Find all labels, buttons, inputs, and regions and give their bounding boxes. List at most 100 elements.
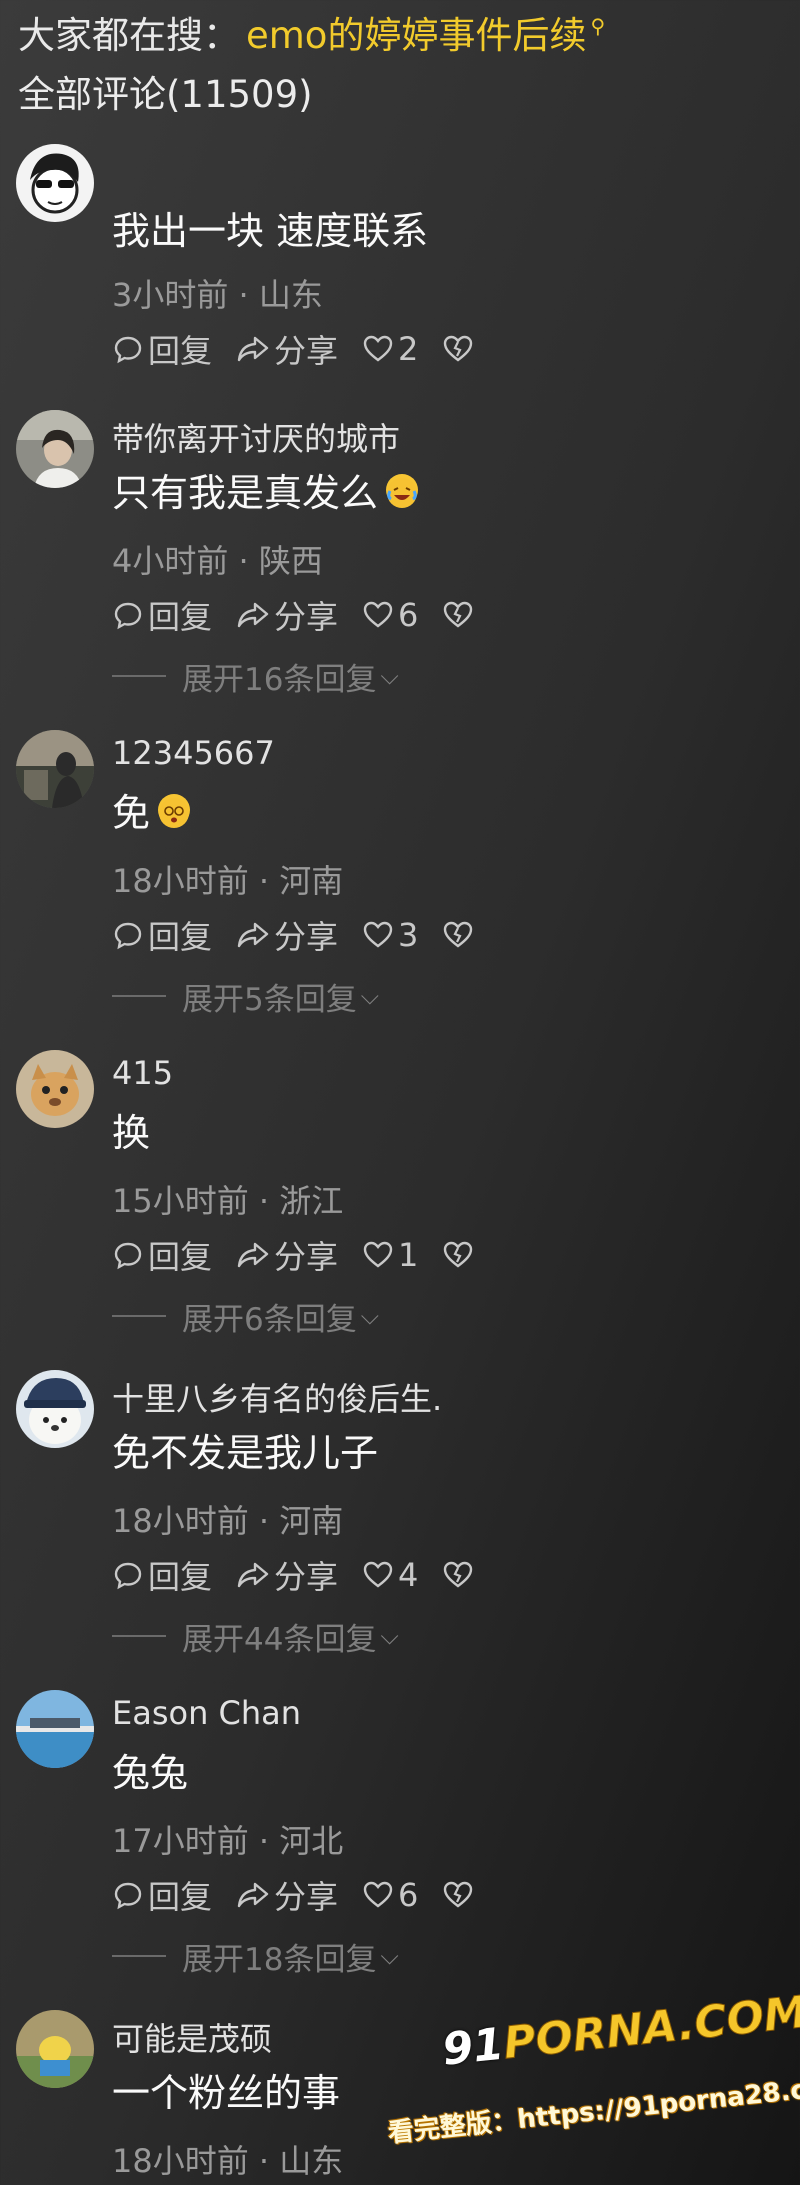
broken-heart-icon [444, 601, 473, 628]
like-button[interactable]: 3 [362, 916, 418, 954]
avatar[interactable] [16, 410, 94, 488]
share-icon [237, 1562, 269, 1588]
comment-time: 18小时前 [112, 1502, 249, 1540]
comment-meta: 18小时前 · 河南 [112, 862, 344, 900]
expand-replies-button[interactable]: 展开16条回复 ⌵ [112, 656, 399, 698]
comment-location: 浙江 [279, 1182, 344, 1220]
share-icon [237, 1242, 269, 1268]
comment-actions: 回复 分享 1 [112, 1234, 502, 1276]
dislike-button[interactable] [442, 1239, 478, 1271]
comment-text-content: 换 [112, 1111, 151, 1155]
comment-text-content: 免 [112, 791, 151, 835]
comment-username[interactable]: 415 [112, 1054, 173, 1092]
like-button[interactable]: 4 [362, 1556, 418, 1594]
broken-heart-icon [444, 335, 473, 362]
comment-actions: 回复 分享 6 [112, 594, 502, 636]
avatar[interactable] [16, 730, 94, 808]
expand-replies-button[interactable]: 展开44条回复 ⌵ [112, 1616, 399, 1658]
avatar[interactable] [16, 1370, 94, 1448]
comment-location: 河南 [279, 1502, 344, 1540]
share-button[interactable]: 分享 [236, 592, 338, 638]
comment-text: 只有我是真发么 [112, 462, 419, 517]
comment-text: 免不发是我儿子 [112, 1422, 378, 1477]
dislike-button[interactable] [442, 1559, 478, 1591]
dislike-button[interactable] [442, 1879, 478, 1911]
like-button[interactable]: 2 [362, 330, 418, 368]
reply-button[interactable]: 回复 [112, 1872, 212, 1918]
like-button[interactable]: 1 [362, 1236, 418, 1274]
chevron-down-icon: ⌵ [380, 662, 399, 690]
dislike-button[interactable] [442, 599, 478, 631]
dislike-button[interactable] [442, 333, 478, 365]
expand-replies-button[interactable]: 展开18条回复 ⌵ [112, 1936, 399, 1978]
reply-button[interactable]: 回复 [112, 912, 212, 958]
comment-actions: 回复 分享 2 [112, 328, 502, 370]
comment-actions: 回复 分享 3 [112, 914, 502, 956]
expand-replies-label: 展开16条回复 [182, 661, 377, 698]
comment-text: 换 [112, 1102, 150, 1157]
like-count: 2 [398, 330, 419, 368]
heart-icon [363, 335, 393, 362]
comment-username[interactable]: 带你离开讨厌的城市 [112, 414, 400, 460]
comment-meta: 4小时前 · 陕西 [112, 542, 323, 580]
expand-replies-button[interactable]: 展开5条回复 ⌵ [112, 976, 379, 1018]
share-button[interactable]: 分享 [236, 1552, 338, 1598]
avatar[interactable] [16, 2010, 94, 2088]
comment-text-content: 我出一块 速度联系 [112, 209, 429, 253]
reply-icon [114, 1882, 142, 1910]
trending-search-bar[interactable]: 大家都在搜： emo的婷婷事件后续 ⚲ [18, 4, 605, 60]
comment-username[interactable]: Eason Chan [112, 1694, 301, 1732]
share-button[interactable]: 分享 [236, 912, 338, 958]
trending-search-label: 大家都在搜： [18, 14, 240, 57]
share-button[interactable]: 分享 [236, 326, 338, 372]
like-button[interactable]: 6 [362, 596, 418, 634]
avatar[interactable] [16, 1690, 94, 1768]
expand-replies-label: 展开18条回复 [182, 1941, 377, 1978]
share-icon [237, 336, 269, 362]
share-label: 分享 [274, 598, 339, 636]
comment-location: 河南 [279, 862, 344, 900]
reply-label: 回复 [148, 332, 213, 370]
heart-icon [363, 1241, 393, 1268]
comment-username[interactable]: 12345667 [112, 734, 275, 772]
reply-label: 回复 [148, 1878, 213, 1916]
comment-time: 15小时前 [112, 1182, 249, 1220]
comment-item: 十里八乡有名的俊后生. 免不发是我儿子 18小时前 · 河南 回复 分享 4 展… [0, 1364, 800, 1684]
like-count: 3 [398, 916, 419, 954]
heart-icon [363, 601, 393, 628]
comment-text: 免 [112, 782, 191, 837]
heart-icon [363, 921, 393, 948]
avatar[interactable] [16, 144, 94, 222]
search-icon: ⚲ [590, 14, 606, 38]
chevron-down-icon: ⌵ [380, 1622, 399, 1650]
comment-text: 兔兔 [112, 1742, 188, 1797]
comment-text-content: 只有我是真发么 [112, 471, 379, 515]
trending-search-topic[interactable]: emo的婷婷事件后续 [246, 5, 586, 59]
comment-time: 4小时前 [112, 542, 229, 580]
laughing-crying-emoji-icon [386, 473, 419, 508]
share-button[interactable]: 分享 [236, 1232, 338, 1278]
reply-button[interactable]: 回复 [112, 326, 212, 372]
share-button[interactable]: 分享 [236, 1872, 338, 1918]
expand-replies-label: 展开5条回复 [182, 981, 357, 1018]
reply-button[interactable]: 回复 [112, 1232, 212, 1278]
divider [112, 995, 166, 997]
expand-replies-button[interactable]: 展开6条回复 ⌵ [112, 1296, 379, 1338]
expand-replies-label: 展开44条回复 [182, 1621, 377, 1658]
reply-icon [114, 1562, 142, 1590]
reply-button[interactable]: 回复 [112, 592, 212, 638]
comment-text-content: 一个粉丝的事 [112, 2071, 341, 2115]
divider [112, 1635, 166, 1637]
comment-item: 可能是茂硕 一个粉丝的事 18小时前 · 山东 [0, 2004, 800, 2185]
comment-username[interactable]: 十里八乡有名的俊后生. [112, 1374, 442, 1420]
comment-meta: 15小时前 · 浙江 [112, 1182, 344, 1220]
broken-heart-icon [444, 1561, 473, 1588]
like-button[interactable]: 6 [362, 1876, 418, 1914]
comment-actions: 回复 分享 4 [112, 1554, 502, 1596]
broken-heart-icon [444, 1881, 473, 1908]
avatar[interactable] [16, 1050, 94, 1128]
reply-button[interactable]: 回复 [112, 1552, 212, 1598]
comment-username[interactable]: 可能是茂硕 [112, 2014, 272, 2060]
share-icon [237, 1882, 269, 1908]
dislike-button[interactable] [442, 919, 478, 951]
